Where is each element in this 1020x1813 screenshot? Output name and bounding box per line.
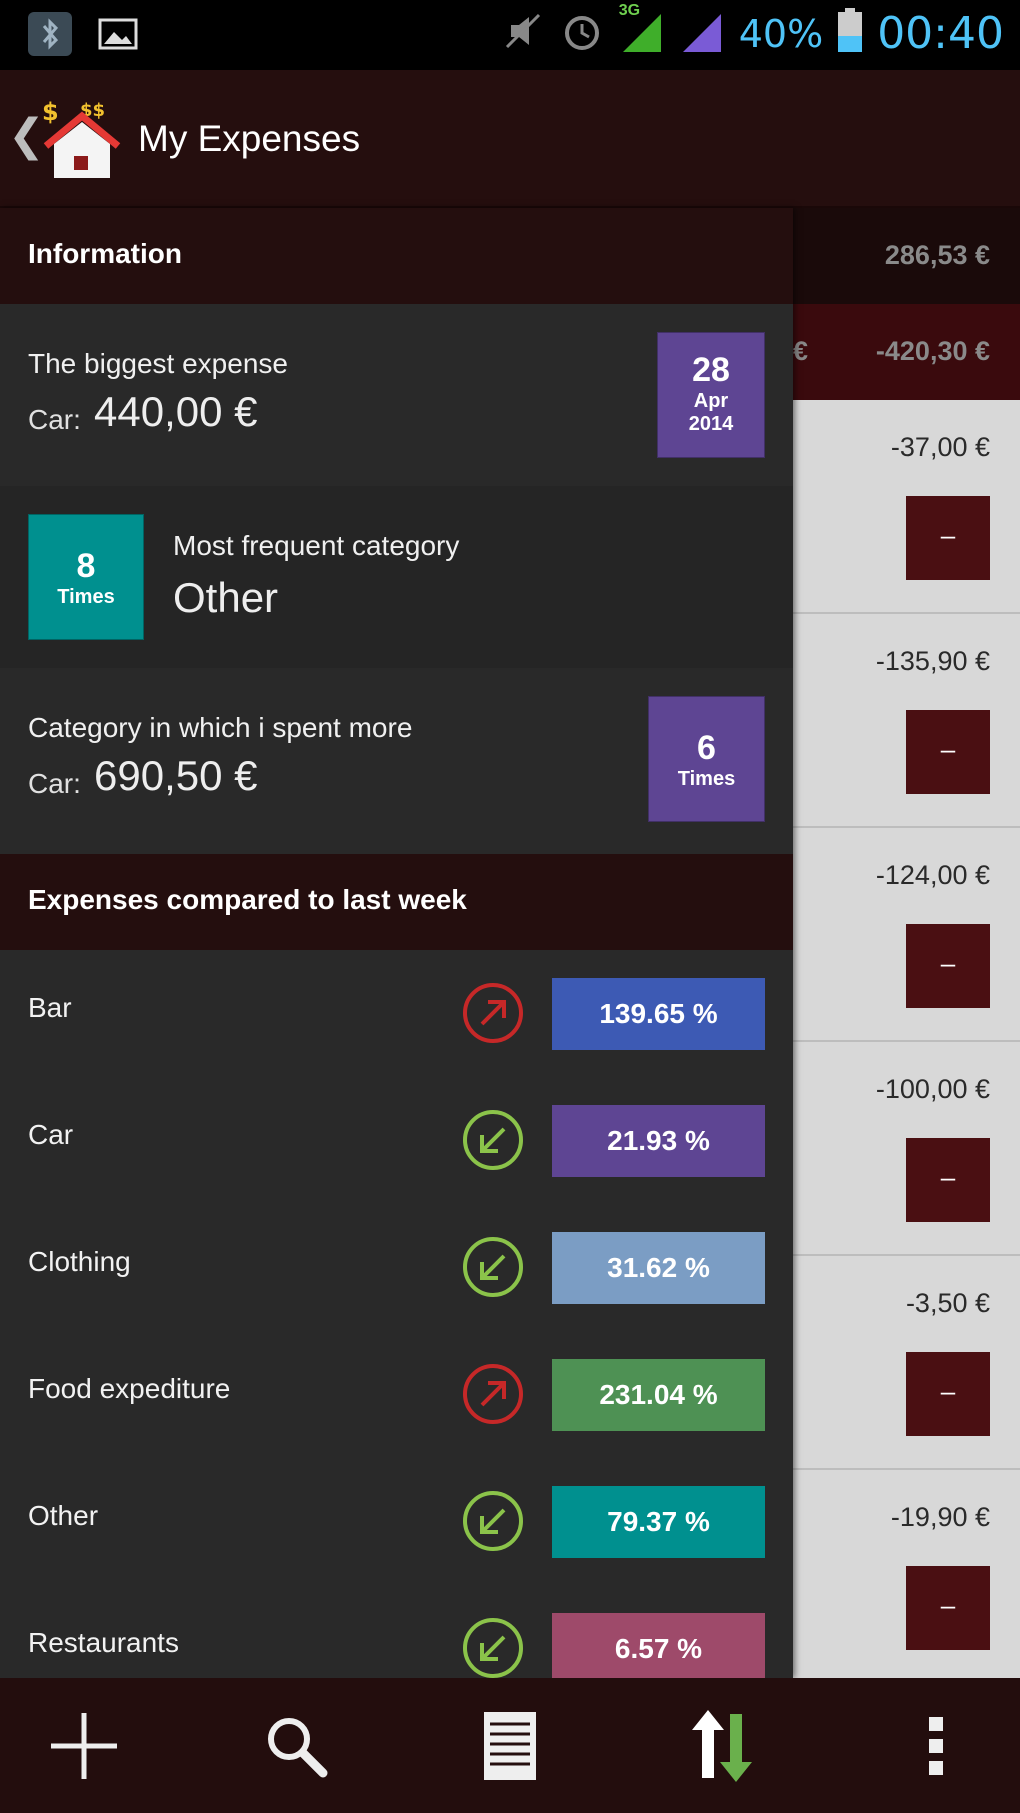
week-row-prefix: € — [793, 336, 809, 366]
trend-down-icon — [462, 1490, 524, 1552]
remove-button[interactable]: – — [906, 1138, 990, 1222]
item-amount: -19,90 € — [890, 1502, 990, 1532]
category-name: Other — [28, 1500, 99, 1531]
card-amount: 690,50 € — [94, 752, 258, 799]
alarm-icon — [559, 8, 605, 59]
spent-more-card: Category in which i spent more Car: 690,… — [0, 668, 793, 850]
percent-badge: 139.65 % — [552, 978, 765, 1050]
signal-3g-icon: 3G — [619, 2, 665, 59]
network-type: 3G — [618, 2, 641, 19]
item-amount: -37,00 € — [890, 432, 990, 462]
percent-badge: 31.62 % — [552, 1232, 765, 1304]
trend-up-icon — [462, 982, 524, 1044]
category-name: Car — [28, 1119, 74, 1150]
date-year: 2014 — [688, 413, 734, 435]
trend-down-icon — [462, 1109, 524, 1171]
card-title: Category in which i spent more — [28, 712, 413, 743]
percent-badge: 21.93 % — [552, 1105, 765, 1177]
count-badge: 8 Times — [28, 514, 144, 640]
remove-button[interactable]: – — [906, 924, 990, 1008]
date-day: 28 — [692, 351, 730, 389]
percent-badge: 6.57 % — [552, 1613, 765, 1678]
comparison-row: Other 79.37 % — [0, 1458, 793, 1585]
count-value: 8 — [76, 547, 96, 585]
card-category: Car: — [28, 404, 81, 435]
svg-text:$: $ — [42, 98, 59, 126]
category-name: Restaurants — [28, 1627, 179, 1658]
status-bar: 3G 40% 00:40 — [0, 0, 1020, 70]
trend-up-icon — [462, 1363, 524, 1425]
section-title: Information — [28, 238, 182, 269]
card-title: Most frequent category — [173, 530, 460, 561]
date-badge: 28 Apr 2014 — [657, 332, 765, 458]
item-amount: -100,00 € — [875, 1074, 990, 1104]
mute-icon — [501, 9, 545, 58]
total-amount: 286,53 € — [884, 240, 990, 270]
list-icon[interactable] — [460, 1706, 560, 1786]
count-value: 6 — [697, 729, 716, 767]
comparison-row: Food expediture 231.04 % — [0, 1331, 793, 1458]
remove-button[interactable]: – — [906, 1352, 990, 1436]
item-amount: -135,90 € — [875, 646, 990, 676]
count-badge: 6 Times — [648, 696, 765, 822]
comparison-row: Restaurants 6.57 % — [0, 1585, 793, 1678]
comparison-row: Bar 139.65 % — [0, 950, 793, 1077]
card-title: The biggest expense — [28, 348, 288, 379]
battery-icon — [837, 8, 863, 59]
sort-icon[interactable] — [672, 1706, 772, 1786]
signal-icon — [679, 8, 725, 59]
bottom-toolbar — [0, 1678, 1020, 1813]
remove-button[interactable]: – — [906, 1566, 990, 1650]
comparison-row: Clothing 31.62 % — [0, 1204, 793, 1331]
bluetooth-icon — [28, 12, 72, 56]
information-header: Information — [0, 208, 793, 304]
battery-percent: 40% — [738, 11, 824, 56]
item-amount: -3,50 € — [905, 1288, 990, 1318]
add-icon[interactable] — [34, 1706, 134, 1786]
percent-badge: 231.04 % — [552, 1359, 765, 1431]
house-money-icon[interactable]: $ $$ — [40, 98, 124, 182]
search-icon[interactable] — [246, 1706, 346, 1786]
section-title: Expenses compared to last week — [28, 884, 467, 915]
week-total: -420,30 € — [875, 336, 990, 366]
card-category: Car: — [28, 768, 81, 799]
remove-button[interactable]: – — [906, 496, 990, 580]
most-frequent-card: 8 Times Most frequent category Other — [0, 486, 793, 668]
remove-button[interactable]: – — [906, 710, 990, 794]
category-name: Bar — [28, 992, 72, 1023]
statistics-drawer[interactable]: Information The biggest expense Car: 440… — [0, 208, 793, 1678]
item-amount: -124,00 € — [875, 860, 990, 890]
trend-down-icon — [462, 1236, 524, 1298]
comparison-row: Car 21.93 % — [0, 1077, 793, 1204]
biggest-expense-card: The biggest expense Car: 440,00 € 28 Apr… — [0, 304, 793, 486]
trend-down-icon — [462, 1617, 524, 1678]
count-label: Times — [677, 768, 736, 790]
category-name: Food expediture — [28, 1373, 231, 1404]
clock: 00:40 — [877, 8, 1004, 59]
date-month: Apr — [693, 390, 729, 412]
count-label: Times — [57, 586, 115, 608]
card-category: Other — [173, 574, 279, 621]
percent-badge: 79.37 % — [552, 1486, 765, 1558]
comparison-header: Expenses compared to last week — [0, 854, 793, 950]
app-title: My Expenses — [138, 118, 361, 159]
overflow-menu-icon[interactable] — [886, 1706, 986, 1786]
category-name: Clothing — [28, 1246, 131, 1277]
action-bar: ❮ $ $$ My Expenses — [0, 70, 1020, 208]
image-icon — [96, 12, 140, 56]
card-amount: 440,00 € — [94, 388, 258, 435]
